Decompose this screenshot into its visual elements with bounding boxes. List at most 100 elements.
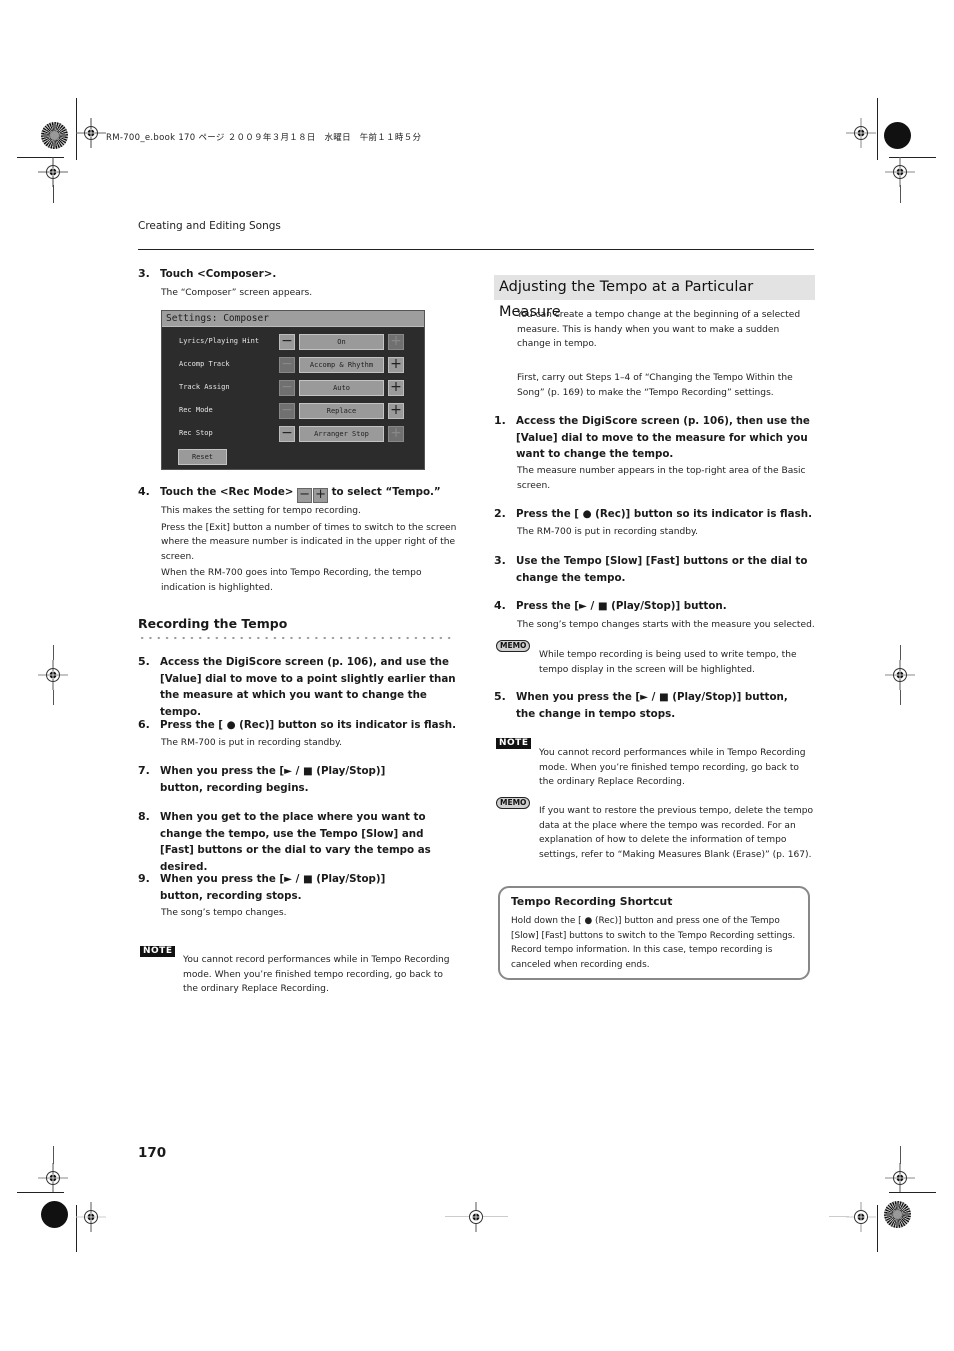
setting-label: Accomp Track xyxy=(179,360,230,368)
step-number: 8. xyxy=(138,810,150,823)
step-body: This makes the setting for tempo recordi… xyxy=(161,504,459,596)
memo-text: While tempo recording is being used to w… xyxy=(539,650,797,675)
running-head: Creating and Editing Songs xyxy=(138,220,281,232)
setting-row-accomp-track: Accomp Track − Accomp & Rhythm + xyxy=(162,357,424,375)
step-number: 1. xyxy=(494,414,506,427)
step-title: Touch the <Rec Mode> − + to select “Tempo… xyxy=(160,484,441,503)
shortcut-body: Hold down the [ ● (Rec)] button and pres… xyxy=(511,916,796,970)
composer-screen: Settings: Composer Lyrics/Playing Hint −… xyxy=(161,310,425,470)
plus-button[interactable]: + xyxy=(388,403,404,419)
step-number: 4. xyxy=(138,485,150,498)
minus-button[interactable]: − xyxy=(279,334,295,350)
crop-line xyxy=(877,98,878,160)
step-title-post: to select “Tempo.” xyxy=(331,486,441,498)
setting-value: On xyxy=(299,334,384,350)
step-title: Use the Tempo [Slow] [Fast] buttons or t… xyxy=(516,555,808,584)
step-title: When you press the [► / ■ (Play/Stop)] b… xyxy=(516,691,788,720)
minus-button-icon: − xyxy=(297,488,313,503)
setting-row-rec-stop: Rec Stop − Arranger Stop + xyxy=(162,426,424,444)
crop-line xyxy=(900,645,901,660)
step-title: Press the [ ● (Rec)] button so its indic… xyxy=(160,719,457,731)
crosshair-icon xyxy=(38,1163,68,1193)
crop-line xyxy=(53,645,54,660)
step-title: Touch <Composer>. xyxy=(160,268,277,280)
step-number: 7. xyxy=(138,764,150,777)
step-title: When you press the [► / ■ (Play/Stop)] b… xyxy=(160,873,386,902)
step-body: The “Composer” screen appears. xyxy=(161,288,313,298)
paragraph: Press the [Exit] button a number of time… xyxy=(161,522,457,562)
step-title: When you press the [► / ■ (Play/Stop)] b… xyxy=(160,765,386,794)
note-badge: NOTE xyxy=(140,946,176,957)
crop-line xyxy=(877,1205,878,1252)
registration-target-icon xyxy=(41,1201,68,1228)
step-number: 6. xyxy=(138,718,150,731)
step-title: Access the DigiScore screen (p. 106), an… xyxy=(160,656,456,718)
dotted-rule xyxy=(138,636,456,640)
step-number: 3. xyxy=(494,554,506,567)
memo-text: If you want to restore the previous temp… xyxy=(539,806,814,860)
setting-row-track-assign: Track Assign − Auto + xyxy=(162,380,424,398)
page-number: 170 xyxy=(138,1145,167,1161)
setting-label: Lyrics/Playing Hint xyxy=(179,337,260,345)
setting-row-lyrics: Lyrics/Playing Hint − On + xyxy=(162,334,424,352)
step-number: 3. xyxy=(138,267,150,280)
crop-line xyxy=(53,1146,54,1164)
reset-button[interactable]: Reset xyxy=(178,449,227,465)
crosshair-icon xyxy=(76,118,106,148)
section-title: Adjusting the Tempo at a Particular Meas… xyxy=(494,275,815,320)
step-title: Access the DigiScore screen (p. 106), th… xyxy=(516,415,810,460)
subheading: Recording the Tempo xyxy=(138,616,288,631)
minus-button[interactable]: − xyxy=(279,426,295,442)
memo-badge: MEMO xyxy=(496,640,531,652)
crop-line xyxy=(53,690,54,705)
plus-button-icon: + xyxy=(313,488,329,503)
crosshair-icon xyxy=(38,157,68,187)
step-body: The song’s tempo changes starts with the… xyxy=(517,620,815,630)
crosshair-icon xyxy=(38,660,68,690)
setting-value: Auto xyxy=(299,380,384,396)
registration-target-icon xyxy=(41,122,68,149)
minus-button[interactable]: − xyxy=(279,403,295,419)
minus-button[interactable]: − xyxy=(279,357,295,373)
setting-row-rec-mode: Rec Mode − Replace + xyxy=(162,403,424,421)
step-body: The song’s tempo changes. xyxy=(161,908,287,918)
step-title-pre: Touch the <Rec Mode> xyxy=(160,486,294,498)
step-title: Press the [ ● (Rec)] button so its indic… xyxy=(516,508,813,520)
minus-button[interactable]: − xyxy=(279,380,295,396)
screen-title: Settings: Composer xyxy=(162,311,424,327)
crop-line xyxy=(900,185,901,203)
memo-badge: MEMO xyxy=(496,797,531,809)
plus-button[interactable]: + xyxy=(388,426,404,442)
paragraph: When the RM-700 goes into Tempo Recordin… xyxy=(161,568,422,593)
paragraph: This makes the setting for tempo recordi… xyxy=(161,506,361,516)
crosshair-icon xyxy=(885,157,915,187)
step-title: Press the [► / ■ (Play/Stop)] button. xyxy=(516,600,727,612)
note-badge: NOTE xyxy=(496,738,532,749)
step-number: 5. xyxy=(138,655,150,668)
registration-target-icon xyxy=(884,122,911,149)
setting-label: Rec Mode xyxy=(179,406,213,414)
prerequisite-text: First, carry out Steps 1–4 of “Changing … xyxy=(517,373,793,398)
note-text: You cannot record performances while in … xyxy=(183,955,450,995)
header-rule xyxy=(138,249,814,250)
step-body: The measure number appears in the top-ri… xyxy=(517,466,806,491)
setting-value: Arranger Stop xyxy=(299,426,384,442)
step-number: 4. xyxy=(494,599,506,612)
crosshair-icon xyxy=(846,118,876,148)
crop-line xyxy=(889,1192,936,1193)
setting-value: Replace xyxy=(299,403,384,419)
crosshair-icon xyxy=(885,1163,915,1193)
step-number: 9. xyxy=(138,872,150,885)
crosshair-icon xyxy=(846,1202,876,1232)
step-number: 2. xyxy=(494,507,506,520)
crosshair-icon xyxy=(469,1202,483,1232)
plus-button[interactable]: + xyxy=(388,357,404,373)
crop-line xyxy=(900,690,901,705)
crop-line xyxy=(900,1146,901,1164)
crosshair-icon xyxy=(76,1202,106,1232)
print-header: RM-700_e.book 170 ページ ２００９年３月１８日 水曜日 午前１… xyxy=(106,133,422,143)
plus-button[interactable]: + xyxy=(388,380,404,396)
registration-target-icon xyxy=(884,1201,911,1228)
note-text: You cannot record performances while in … xyxy=(539,748,806,788)
plus-button[interactable]: + xyxy=(388,334,404,350)
